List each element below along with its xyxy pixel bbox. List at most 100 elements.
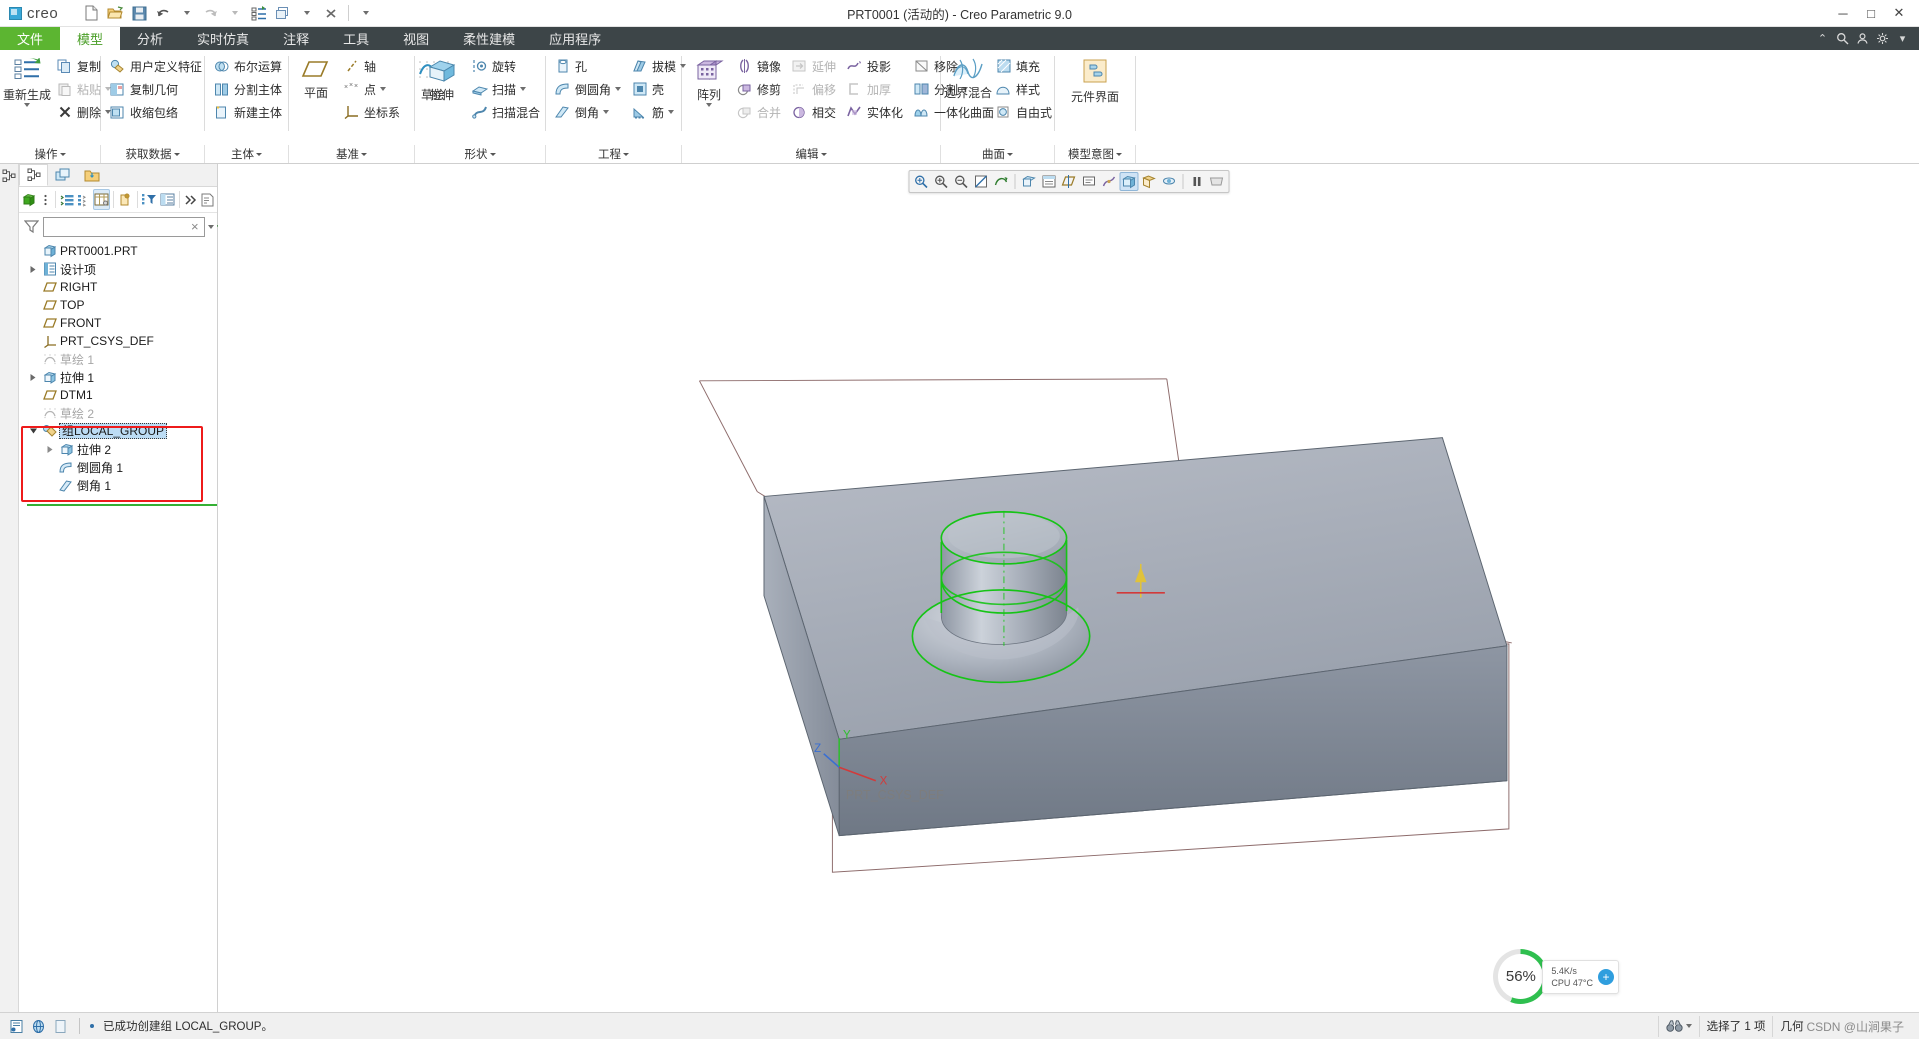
globe-icon[interactable]	[29, 1017, 47, 1035]
fill-button[interactable]: 填充	[991, 55, 1058, 77]
expander-collapsed-icon[interactable]	[27, 263, 39, 275]
selection-filter-box[interactable]: 几何 CSDN @山涧果子	[1772, 1016, 1911, 1037]
tree-node-extrude-1[interactable]: 拉伸 1	[19, 368, 217, 386]
regenerate-button[interactable]: 重新生成	[4, 55, 50, 108]
tree-paint-icon[interactable]	[117, 189, 134, 210]
project-button[interactable]: 投影	[842, 55, 909, 77]
close-window-dropdown-button[interactable]	[296, 3, 318, 24]
model-tree-nav-icon[interactable]	[1, 168, 17, 184]
maximize-button[interactable]: □	[1857, 1, 1885, 25]
tree-node-top-plane[interactable]: TOP	[19, 296, 217, 314]
selection-box[interactable]	[1658, 1016, 1699, 1037]
tree-node-csys[interactable]: PRT_CSYS_DEF	[19, 332, 217, 350]
list-collapse-icon[interactable]	[76, 189, 92, 210]
tree-display-icon[interactable]	[159, 189, 176, 210]
cpu-usage-ring[interactable]: 56%	[1493, 949, 1548, 1004]
tab-annotate[interactable]: 注释	[266, 27, 326, 50]
merge-button[interactable]: 合并	[732, 101, 787, 123]
sweep-button[interactable]: 扫描	[467, 78, 546, 100]
group-label-shapes[interactable]: 形状	[415, 145, 546, 163]
table-columns-icon[interactable]	[93, 189, 110, 210]
minimize-ribbon-icon[interactable]: ▾	[1894, 30, 1911, 47]
axis-button[interactable]: 轴	[339, 55, 406, 77]
tree-search-box[interactable]: ×	[43, 217, 205, 237]
pattern-dropdown-icon[interactable]	[706, 103, 712, 107]
thicken-button[interactable]: 加厚	[842, 78, 909, 100]
close-button[interactable]: ✕	[1885, 1, 1913, 25]
search-input[interactable]	[47, 221, 189, 233]
tree-node-dtm1[interactable]: DTM1	[19, 386, 217, 404]
style-button[interactable]: 样式	[991, 78, 1058, 100]
tree-node-sketch-1[interactable]: 草绘 1	[19, 350, 217, 368]
expander-collapsed-icon[interactable]	[44, 443, 56, 455]
green-cube-icon[interactable]	[21, 189, 37, 210]
selection-dropdown-icon[interactable]	[1686, 1024, 1692, 1028]
close-all-button[interactable]	[320, 3, 342, 24]
group-label-datum[interactable]: 基准	[289, 145, 415, 163]
chamfer-dropdown-icon[interactable]	[603, 110, 609, 114]
tab-model-tree[interactable]	[19, 164, 48, 186]
extend-button[interactable]: 延伸	[787, 55, 842, 77]
tree-node-sketch-2[interactable]: 草绘 2	[19, 404, 217, 422]
list-expand-icon[interactable]	[59, 189, 75, 210]
tab-flexible-modeling[interactable]: 柔性建模	[446, 27, 532, 50]
group-label-get-data[interactable]: 获取数据	[101, 145, 205, 163]
tree-node-extrude-2[interactable]: 拉伸 2	[19, 440, 217, 458]
split-body-button[interactable]: 分割主体	[209, 78, 288, 100]
shrinkwrap-button[interactable]: 收缩包络	[105, 101, 208, 123]
group-label-editing[interactable]: 编辑	[682, 145, 941, 163]
tree-node-part[interactable]: PRT0001.PRT	[19, 242, 217, 260]
regenerate-dropdown-icon[interactable]	[24, 103, 30, 107]
filter-sort-icon[interactable]	[140, 189, 158, 210]
extrude-button[interactable]: 拉伸	[419, 55, 465, 104]
redo-dropdown-button[interactable]	[224, 3, 246, 24]
expander-expanded-icon[interactable]	[27, 425, 39, 437]
group-label-body[interactable]: 主体	[205, 145, 289, 163]
undo-dropdown-button[interactable]	[176, 3, 198, 24]
trim-button[interactable]: 修剪	[732, 78, 787, 100]
tab-applications[interactable]: 应用程序	[532, 27, 618, 50]
model-viewport[interactable]: Y X Z PRT_CSYS_DEF	[218, 164, 1919, 1012]
tree-node-local-group[interactable]: 组LOCAL_GROUP	[19, 422, 217, 440]
tree-node-chamfer-1[interactable]: 倒角 1	[19, 476, 217, 494]
tab-analysis[interactable]: 分析	[120, 27, 180, 50]
tree-node-front-plane[interactable]: FRONT	[19, 314, 217, 332]
open-file-button[interactable]	[104, 3, 126, 24]
settings-icon[interactable]	[1874, 30, 1891, 47]
copy-geometry-button[interactable]: 复制几何	[105, 78, 208, 100]
revolve-button[interactable]: 旋转	[467, 55, 546, 77]
hole-button[interactable]: 孔	[550, 55, 627, 77]
tab-folder-browser[interactable]	[77, 164, 106, 186]
tree-node-right-plane[interactable]: RIGHT	[19, 278, 217, 296]
redo-button[interactable]	[200, 3, 222, 24]
new-body-button[interactable]: 新建主体	[209, 101, 288, 123]
search-options-chevron-icon[interactable]	[208, 225, 214, 229]
notes-panel-icon[interactable]	[51, 1017, 69, 1035]
pattern-button[interactable]: 阵列	[686, 55, 732, 108]
intersect-button[interactable]: 相交	[787, 101, 842, 123]
round-dropdown-icon[interactable]	[615, 87, 621, 91]
sensor-icon[interactable]	[7, 1017, 25, 1035]
tree-node-round-1[interactable]: 倒圆角 1	[19, 458, 217, 476]
point-button[interactable]: ××× 点	[339, 78, 406, 100]
undo-button[interactable]	[152, 3, 174, 24]
point-dropdown-icon[interactable]	[380, 87, 386, 91]
network-monitor[interactable]: 5.4K/s CPU 47°C +	[1542, 960, 1619, 994]
customize-qat-button[interactable]	[355, 3, 377, 24]
tab-live-sim[interactable]: 实时仿真	[180, 27, 266, 50]
regenerate-qat-button[interactable]	[248, 3, 270, 24]
boundary-blend-button[interactable]: 边界混合	[945, 55, 991, 102]
chevron-up-icon[interactable]: ⌃	[1814, 30, 1831, 47]
sweep-dropdown-icon[interactable]	[520, 87, 526, 91]
search-icon[interactable]	[1834, 30, 1851, 47]
kebab-icon[interactable]	[38, 189, 52, 210]
group-label-surfaces[interactable]: 曲面	[941, 145, 1055, 163]
round-button[interactable]: 倒圆角	[550, 78, 627, 100]
chamfer-button[interactable]: 倒角	[550, 101, 627, 123]
offset-button[interactable]: 偏移	[787, 78, 842, 100]
mirror-button[interactable]: 镜像	[732, 55, 787, 77]
notes-icon[interactable]	[199, 189, 215, 210]
tree-node-design-items[interactable]: 设计项	[19, 260, 217, 278]
udf-button[interactable]: 用户定义特征	[105, 55, 208, 77]
clear-search-icon[interactable]: ×	[189, 219, 201, 234]
